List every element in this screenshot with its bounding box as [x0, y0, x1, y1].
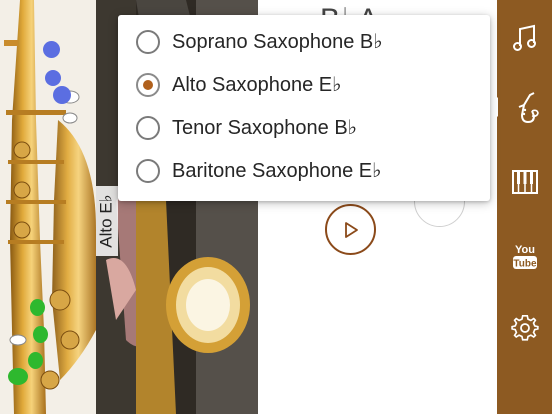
- menu-option-label: Baritone Saxophone E♭: [172, 160, 382, 182]
- pressed-key-blue: [53, 86, 71, 104]
- menu-option-label: Tenor Saxophone B♭: [172, 117, 358, 139]
- sidebar-item-piano[interactable]: [497, 154, 552, 210]
- sidebar-item-youtube[interactable]: You Tube: [497, 228, 552, 284]
- youtube-icon: You Tube: [512, 244, 537, 270]
- svg-text:Tube: Tube: [513, 259, 537, 270]
- pressed-key-blue: [45, 70, 61, 86]
- sidebar-item-notes[interactable]: [497, 10, 552, 66]
- gear-icon: [510, 315, 539, 341]
- pressed-key-green: [33, 326, 48, 343]
- menu-option-label: Soprano Saxophone B♭: [172, 31, 383, 53]
- sidebar: You Tube: [497, 0, 552, 414]
- instrument-label-text: Alto E♭: [97, 194, 116, 248]
- play-icon: [345, 221, 358, 238]
- pressed-key-blue: [43, 41, 60, 58]
- menu-option-tenor[interactable]: Tenor Saxophone B♭: [118, 106, 490, 149]
- piano-keys-icon: [511, 170, 538, 194]
- pressed-key-green: [30, 299, 45, 316]
- instrument-vertical-label: Alto E♭: [96, 186, 118, 256]
- radio-alto-selected[interactable]: [136, 72, 160, 97]
- saxophone-fingering-chart: [0, 0, 96, 414]
- instrument-selection-menu: Soprano Saxophone B♭ Alto Saxophone E♭ T…: [118, 15, 490, 201]
- pressed-key-green: [8, 368, 28, 385]
- svg-text:You: You: [515, 244, 535, 256]
- radio-soprano[interactable]: [136, 29, 160, 54]
- sidebar-item-settings[interactable]: [497, 300, 552, 356]
- sidebar-item-instrument[interactable]: [497, 80, 552, 136]
- play-button[interactable]: [325, 204, 376, 255]
- music-note-icon: [512, 24, 536, 51]
- menu-option-label: Alto Saxophone E♭: [172, 74, 342, 96]
- menu-option-soprano[interactable]: Soprano Saxophone B♭: [118, 20, 490, 63]
- menu-option-alto[interactable]: Alto Saxophone E♭: [118, 63, 490, 106]
- radio-selected-dot: [143, 79, 153, 90]
- pressed-key-green: [28, 352, 43, 369]
- radio-baritone[interactable]: [136, 158, 160, 183]
- menu-option-baritone[interactable]: Baritone Saxophone E♭: [118, 149, 490, 192]
- saxophone-illustration: [4, 0, 96, 414]
- app-root: Alto E♭ B♭A: [0, 0, 552, 414]
- saxophone-icon: [518, 92, 539, 124]
- radio-tenor[interactable]: [136, 115, 160, 140]
